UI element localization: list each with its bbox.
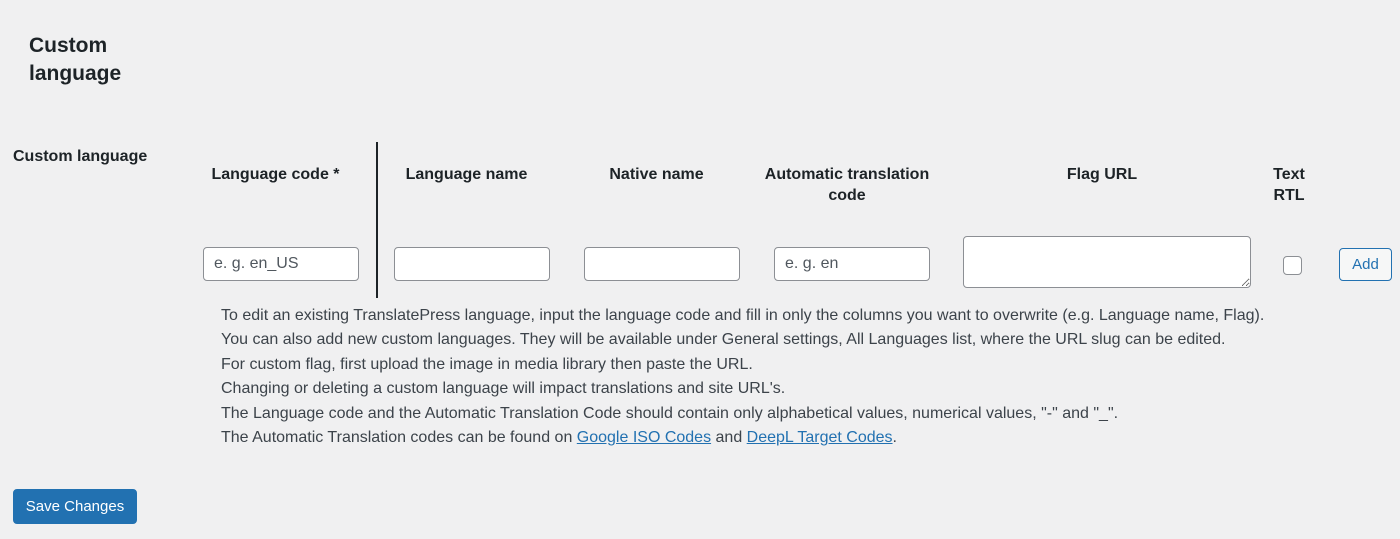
column-header-text-rtl-line1: Text [1273, 166, 1305, 183]
native-name-input[interactable] [584, 247, 740, 281]
help-line-3: For custom flag, first upload the image … [221, 355, 753, 373]
column-header-text-rtl-line2: RTL [1273, 187, 1305, 204]
help-line-6: The Automatic Translation codes can be f… [221, 426, 1391, 450]
language-name-input[interactable] [394, 247, 550, 281]
help-line-6-and: and [711, 429, 747, 447]
help-line-6-prefix: The Automatic Translation codes can be f… [221, 429, 577, 447]
column-header-native-name-text: Native name [609, 166, 704, 183]
save-changes-button[interactable]: Save Changes [13, 489, 137, 524]
custom-language-row-label: Custom language [13, 148, 148, 165]
text-rtl-checkbox[interactable] [1283, 256, 1302, 275]
column-header-automatic-translation-code-line2: code [828, 187, 866, 204]
help-line-6-suffix: . [892, 429, 897, 447]
help-line-4: Changing or deleting a custom language w… [221, 380, 786, 398]
section-title: Custom language [29, 34, 122, 85]
language-code-input[interactable] [203, 247, 359, 281]
column-header-language-code: Language code * [203, 164, 348, 185]
column-header-language-code-text: Language code * [211, 166, 340, 183]
google-iso-codes-link[interactable]: Google ISO Codes [577, 429, 711, 446]
column-header-automatic-translation-code-line1: Automatic translation [764, 166, 930, 183]
column-header-flag-url: Flag URL [1040, 164, 1164, 185]
column-header-language-name: Language name [394, 164, 539, 185]
add-language-button[interactable]: Add [1339, 248, 1392, 281]
help-line-2: You can also add new custom languages. T… [221, 331, 1226, 349]
help-line-1: To edit an existing TranslatePress langu… [221, 307, 1265, 324]
column-header-automatic-translation-code: Automatic translation code [756, 164, 938, 206]
column-header-text-rtl: Text RTL [1262, 164, 1316, 206]
column-header-language-name-text: Language name [405, 166, 528, 183]
column-header-flag-url-text: Flag URL [1066, 166, 1138, 183]
help-line-5: The Language code and the Automatic Tran… [221, 404, 1119, 422]
flag-url-textarea[interactable] [963, 236, 1251, 288]
deepl-target-codes-link[interactable]: DeepL Target Codes [747, 429, 893, 446]
help-text: To edit an existing TranslatePress langu… [221, 304, 1391, 450]
automatic-translation-code-input[interactable] [774, 247, 930, 281]
column-divider [376, 142, 378, 298]
column-header-native-name: Native name [584, 164, 729, 185]
